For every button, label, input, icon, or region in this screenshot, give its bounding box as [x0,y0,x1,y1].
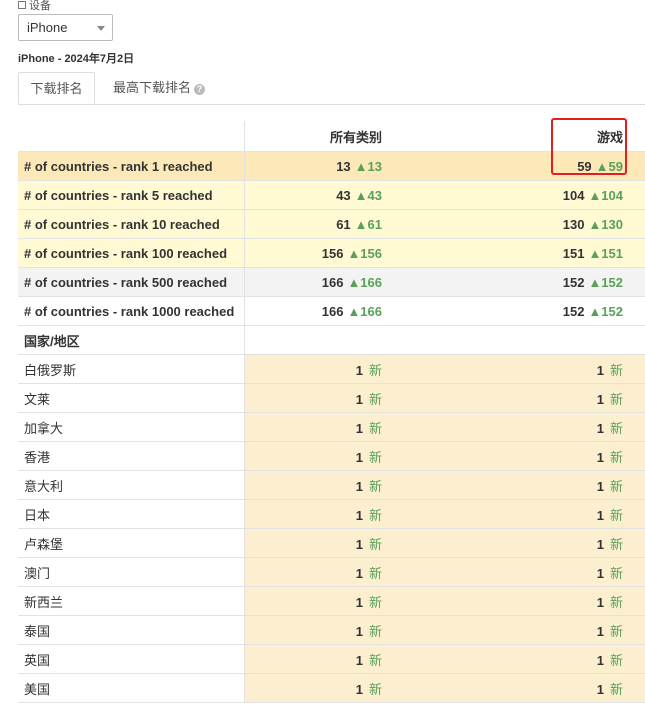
table-row: 英国 1新 1新 [18,644,645,674]
value-cell: 61 ▲61 [244,209,404,239]
table-row: 香港 1新 1新 [18,441,645,471]
table-row: 美国 1新 1新 [18,673,645,703]
table-row: 泰国 1新 1新 [18,615,645,645]
country-name: 白俄罗斯 [18,354,245,384]
column-header-games[interactable]: 游戏 [404,121,645,152]
value-cell: 1新 [244,528,404,558]
value-cell: 43 ▲43 [244,180,404,210]
value-cell: 1新 [244,470,404,500]
value-cell: 1新 [404,586,645,616]
value-cell: 1新 [244,354,404,384]
value-cell: 156 ▲156 [244,238,404,268]
value-cell: 1新 [404,354,645,384]
value-cell: 1新 [404,383,645,413]
country-name: 加拿大 [18,412,245,442]
value-cell: 13 ▲13 [244,151,404,181]
value-cell: 1新 [404,644,645,674]
section-label: 国家/地区 [18,325,245,355]
country-name: 英国 [18,644,245,674]
device-select-value: iPhone [27,20,68,35]
checkbox-icon [18,1,26,9]
value-cell: 152 ▲152 [404,296,645,326]
country-name: 美国 [18,673,245,703]
table-row: 文莱 1新 1新 [18,383,645,413]
table-row: # of countries - rank 1000 reached 166 ▲1… [18,296,645,326]
chevron-down-icon [97,26,105,31]
table-row: # of countries - rank 5 reached 43 ▲43 10… [18,180,645,210]
page-subtitle: iPhone - 2024年7月2日 [18,53,135,65]
table-row: 卢森堡 1新 1新 [18,528,645,558]
table-row: 加拿大 1新 1新 [18,412,645,442]
help-icon[interactable]: ? [194,84,206,95]
value-cell: 1新 [244,673,404,703]
country-name: 日本 [18,499,245,529]
tab-top-downloads-rank[interactable]: 最高下载排名? [103,72,215,104]
row-label: # of countries - rank 100 reached [18,238,245,268]
tab-label: 最高下载排名 [113,80,192,95]
table-row: # of countries - rank 100 reached 156 ▲15… [18,238,645,268]
table-row: 澳门 1新 1新 [18,557,645,587]
value-cell: 104 ▲104 [404,180,645,210]
value-cell: 1新 [244,644,404,674]
tab-bar: 下载排名 最高下载排名? [18,72,645,105]
table-row: 新西兰 1新 1新 [18,586,645,616]
value-cell: 1新 [404,528,645,558]
country-name: 卢森堡 [18,528,245,558]
value-cell: 1新 [404,499,645,529]
device-label-text: 设备 [29,0,51,12]
column-header-all-categories[interactable]: 所有类别 [244,121,404,152]
country-name: 文莱 [18,383,245,413]
value-cell: 1新 [404,615,645,645]
value-cell: 1新 [404,557,645,587]
device-select[interactable]: iPhone [18,14,113,41]
value-cell: 1新 [244,586,404,616]
value-cell: 1新 [244,557,404,587]
value-cell: 1新 [404,470,645,500]
device-label: 设备 [18,0,51,13]
country-name: 澳门 [18,557,245,587]
table-row: # of countries - rank 500 reached 166 ▲16… [18,267,645,297]
table-row: # of countries - rank 10 reached 61 ▲61 1… [18,209,645,239]
table-row: 日本 1新 1新 [18,499,645,529]
value-cell: 1新 [404,441,645,471]
value-cell: 152 ▲152 [404,267,645,297]
country-name: 意大利 [18,470,245,500]
value-cell: 151 ▲151 [404,238,645,268]
country-name: 新西兰 [18,586,245,616]
table-row: # of countries - rank 1 reached 13 ▲13 59… [18,151,645,181]
value-cell: 166 ▲166 [244,267,404,297]
country-name: 香港 [18,441,245,471]
value-cell: 1新 [244,383,404,413]
table-row: 白俄罗斯 1新 1新 [18,354,645,384]
tab-label: 下载排名 [30,81,83,96]
ranking-table: 所有类别 游戏 # of countries - rank 1 reached … [18,121,645,703]
country-name: 泰国 [18,615,245,645]
row-label: # of countries - rank 1 reached [18,151,245,181]
value-cell: 1新 [244,615,404,645]
row-label: # of countries - rank 1000 reached [18,296,245,326]
value-cell: 1新 [244,441,404,471]
row-label: # of countries - rank 10 reached [18,209,245,239]
row-label: # of countries - rank 5 reached [18,180,245,210]
tab-downloads-rank[interactable]: 下载排名 [18,72,95,104]
value-cell: 1新 [244,499,404,529]
table-row: 意大利 1新 1新 [18,470,645,500]
value-cell: 130 ▲130 [404,209,645,239]
value-cell: 1新 [244,412,404,442]
section-header-row: 国家/地区 [18,325,645,355]
value-cell: 166 ▲166 [244,296,404,326]
value-cell: 1新 [404,412,645,442]
value-cell: 1新 [404,673,645,703]
value-cell: 59 ▲59 [404,151,645,181]
header-blank [18,121,245,152]
table-header-row: 所有类别 游戏 [18,121,645,152]
row-label: # of countries - rank 500 reached [18,267,245,297]
